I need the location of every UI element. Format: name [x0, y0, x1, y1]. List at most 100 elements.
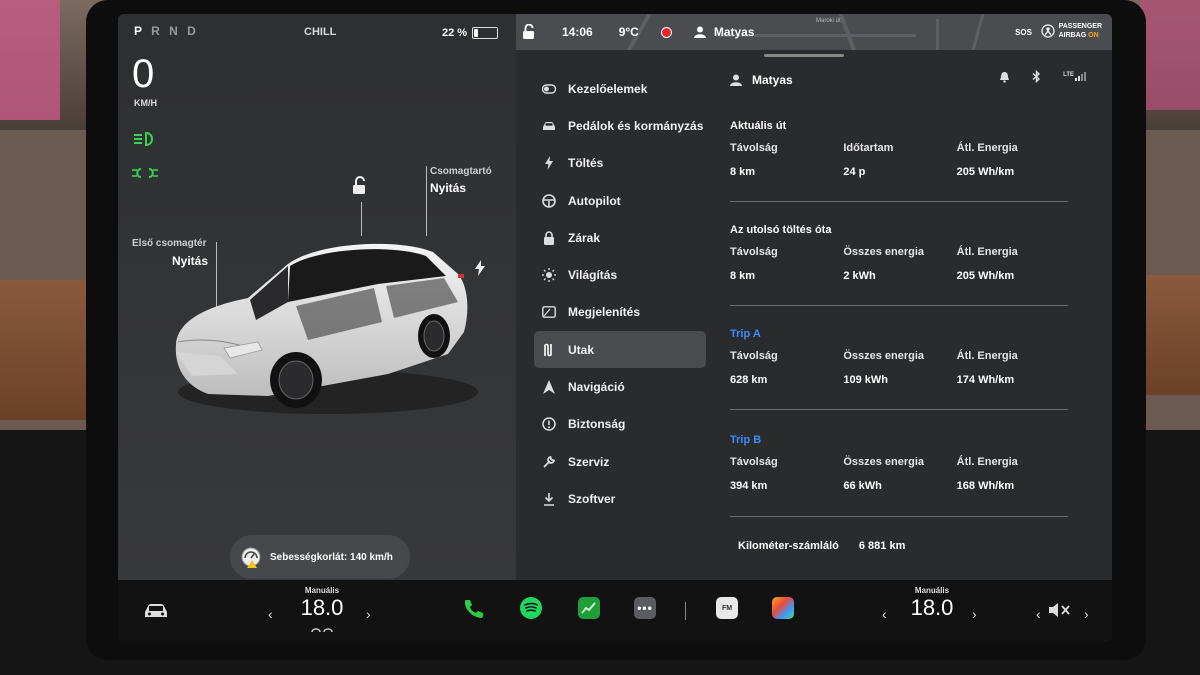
car-model-illustration — [175, 243, 478, 414]
menu-item-label: Zárak — [568, 230, 601, 245]
menu-item-megjelenites[interactable]: Megjelenítés — [534, 294, 706, 331]
metric: Átl. Energia 205 Wh/km — [957, 142, 1070, 178]
menu-item-kezeloelemek[interactable]: Kezelőelemek — [534, 70, 706, 107]
airbag-state: ON — [1088, 32, 1099, 39]
clock: 14:06 — [562, 25, 593, 39]
user-icon — [693, 26, 706, 38]
panel-drag-handle[interactable] — [764, 54, 844, 57]
spotify-app-icon[interactable] — [520, 597, 542, 619]
header-icons: LTE — [999, 70, 1086, 83]
taskbar-separator — [685, 602, 686, 620]
volume-up-chevron-icon[interactable]: › — [1084, 606, 1089, 622]
metric-value: 168 Wh/km — [956, 480, 1015, 492]
sos-button[interactable]: SOS — [1015, 28, 1032, 37]
trips-content: Matyas LTE Aktuális út Távolság 8 km Idő… — [730, 70, 1090, 590]
metric: Átl. Energia 174 Wh/km — [957, 350, 1070, 386]
trip-section: Aktuális út Távolság 8 km Időtartam 24 p Átl.… — [730, 120, 1070, 178]
metric: Távolság 394 km — [730, 456, 843, 492]
settings-menu: Kezelőelemek Pedálok és kormányzás Töltés A… — [534, 70, 706, 518]
metric: Távolság 8 km — [730, 142, 843, 178]
menu-item-szoftver[interactable]: Szoftver — [534, 480, 706, 517]
menu-item-biztonsag[interactable]: Biztonság — [534, 406, 706, 443]
toybox-app-icon[interactable] — [772, 597, 794, 619]
settings-panel: Maroki út 14:06 9°C Matyas SOS PASSENGER… — [516, 14, 1112, 580]
section-title[interactable]: Trip B — [730, 434, 1070, 446]
volume-muted-icon[interactable] — [1048, 602, 1072, 618]
menu-item-vilagitas[interactable]: Világítás — [534, 256, 706, 293]
metric: Időtartam 24 p — [843, 142, 956, 178]
bell-icon[interactable] — [999, 71, 1010, 83]
menu-item-toltes[interactable]: Töltés — [534, 145, 706, 182]
phone-app-icon[interactable] — [462, 597, 484, 619]
speed-limit-badge[interactable]: Sebességkorlát: 140 km/h — [230, 535, 410, 579]
lock-icon — [542, 231, 556, 245]
metric: Átl. Energia 168 Wh/km — [957, 456, 1070, 492]
unlock-icon[interactable] — [350, 176, 370, 196]
temp-right-up-chevron-icon[interactable]: › — [972, 606, 977, 622]
more-apps-icon[interactable]: ••• — [634, 597, 656, 619]
odometer: Kilométer-számláló 6 881 km — [738, 540, 905, 552]
volume-down-chevron-icon[interactable]: ‹ — [1036, 606, 1041, 622]
seat-heater-icon[interactable] — [310, 626, 334, 634]
fm-radio-app-icon[interactable]: FM — [716, 597, 738, 619]
metrics-row: Távolság 8 km Összes energia 2 kWh Átl. Ener… — [730, 246, 1070, 282]
metrics-row: Távolság 394 km Összes energia 66 kWh Átl. E… — [730, 456, 1070, 492]
menu-item-label: Pedálok és kormányzás — [568, 118, 704, 133]
metric: Távolság 8 km — [730, 246, 843, 282]
menu-item-zarak[interactable]: Zárak — [534, 219, 706, 256]
driver-climate[interactable]: Manuális 18.0 — [294, 586, 350, 639]
metric-label: Átl. Energia — [956, 142, 1018, 154]
driver-climate-mode: Manuális — [304, 586, 340, 595]
menu-item-utak[interactable]: Utak — [534, 331, 706, 369]
info-circle-icon — [542, 417, 556, 432]
lte-label: LTE — [1063, 72, 1074, 78]
status-user-name[interactable]: Matyas — [714, 25, 755, 39]
trip-section[interactable]: Trip B Távolság 394 km Összes energia 66 kWh… — [730, 434, 1070, 492]
bluetooth-icon[interactable] — [1032, 70, 1041, 83]
metric-label: Átl. Energia — [956, 456, 1018, 468]
trunk-open-button[interactable]: Nyitás — [430, 181, 466, 195]
energy-app-icon[interactable] — [578, 597, 600, 619]
section-divider — [730, 201, 1068, 202]
battery-fill — [474, 29, 479, 37]
menu-item-autopilot[interactable]: Autopilot — [534, 182, 706, 219]
menu-item-szerviz[interactable]: Szerviz — [534, 443, 706, 480]
temp-left-down-chevron-icon[interactable]: ‹ — [268, 606, 273, 622]
battery-percent: 22 % — [442, 27, 468, 39]
metric-value: 66 kWh — [843, 480, 882, 492]
metric-label: Átl. Energia — [956, 246, 1018, 258]
section-divider — [730, 516, 1068, 517]
menu-item-label: Világítás — [568, 268, 618, 283]
menu-item-navigacio[interactable]: Navigáció — [534, 368, 706, 405]
display-icon — [542, 305, 556, 319]
metrics-row: Távolság 8 km Időtartam 24 p Átl. Energia 205… — [730, 142, 1070, 178]
outside-temperature: 9°C — [618, 25, 639, 39]
metric-label: Összes energia — [843, 246, 925, 258]
metric-label: Távolság — [730, 246, 778, 258]
odometer-label: Kilométer-számláló — [738, 540, 839, 552]
metric: Összes energia 2 kWh — [843, 246, 956, 282]
metric-value: 205 Wh/km — [956, 270, 1015, 282]
passenger-climate[interactable]: Manuális 18.0 — [904, 586, 960, 621]
bottom-taskbar: ‹ Manuális 18.0 › ••• FM ‹ Manuális 18.0… — [118, 580, 1112, 642]
dashcam-record-icon[interactable] — [660, 26, 672, 38]
section-title[interactable]: Trip A — [730, 328, 1070, 340]
metric-label: Összes energia — [843, 456, 925, 468]
map-road — [936, 19, 939, 50]
airbag-line1: PASSENGER — [1058, 23, 1102, 30]
charge-port-icon[interactable] — [474, 260, 486, 276]
touchscreen: P R N D CHILL 22 % 0 KM/H Csomagtartó Ny… — [118, 14, 1112, 642]
temp-right-down-chevron-icon[interactable]: ‹ — [882, 606, 887, 622]
metric: Összes energia 66 kWh — [843, 456, 956, 492]
temp-left-up-chevron-icon[interactable]: › — [366, 606, 371, 622]
speed-readout: 0 — [132, 52, 155, 96]
toggle-icon — [542, 82, 556, 96]
trip-section[interactable]: Trip A Távolság 628 km Összes energia 109 kW… — [730, 328, 1070, 386]
menu-item-pedalok-es-kormanyzas[interactable]: Pedálok és kormányzás — [534, 107, 706, 144]
metric: Átl. Energia 205 Wh/km — [957, 246, 1070, 282]
car-controls-icon[interactable] — [142, 602, 170, 620]
metric-value: 394 km — [730, 480, 768, 492]
metrics-row: Távolság 628 km Összes energia 109 kWh Átl. … — [730, 350, 1070, 386]
unlocked-icon[interactable] — [522, 24, 536, 40]
metric-value: 205 Wh/km — [956, 166, 1015, 178]
